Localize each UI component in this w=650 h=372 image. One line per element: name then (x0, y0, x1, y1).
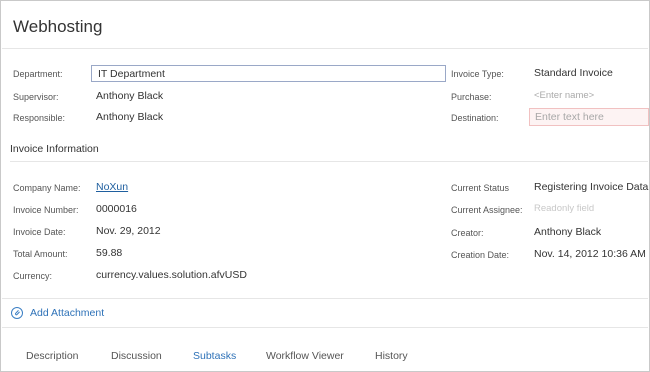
add-attachment-label: Add Attachment (30, 307, 105, 319)
add-attachment-button[interactable]: Add Attachment (11, 307, 104, 319)
invoice-date-label: Invoice Date: (13, 227, 66, 237)
current-assignee-field: Readonly field (534, 203, 595, 214)
tab-discussion[interactable]: Discussion (111, 350, 162, 362)
purchase-field[interactable]: <Enter name> (534, 90, 594, 101)
invoice-type-value: Standard Invoice (534, 67, 613, 79)
title-divider (2, 48, 648, 49)
paperclip-icon (11, 307, 23, 319)
invoice-information-heading: Invoice Information (10, 143, 99, 155)
current-status-label: Current Status (451, 183, 510, 193)
purchase-label: Purchase: (451, 92, 492, 102)
currency-label: Currency: (13, 271, 53, 281)
total-amount-label: Total Amount: (13, 249, 68, 259)
tab-history[interactable]: History (375, 350, 408, 362)
tab-subtasks[interactable]: Subtasks (193, 350, 236, 362)
total-amount-value: 59.88 (96, 247, 123, 259)
invoice-date-value: Nov. 29, 2012 (96, 225, 161, 237)
invoice-form-window: Webhosting Department: Supervisor: Antho… (0, 0, 650, 372)
destination-label: Destination: (451, 113, 499, 123)
section-divider (10, 161, 648, 162)
supervisor-value: Anthony Black (96, 90, 164, 102)
invoice-number-label: Invoice Number: (13, 205, 79, 215)
department-field[interactable] (91, 65, 446, 82)
tab-workflow-viewer[interactable]: Workflow Viewer (266, 350, 344, 362)
page-title: Webhosting (13, 17, 103, 36)
creator-label: Creator: (451, 228, 484, 238)
responsible-value: Anthony Black (96, 111, 164, 123)
attachment-divider-top (2, 298, 648, 299)
currency-value: currency.values.solution.afvUSD (96, 269, 247, 281)
company-name-label: Company Name: (13, 183, 81, 193)
invoice-type-label: Invoice Type: (451, 69, 504, 79)
current-status-value: Registering Invoice Data (534, 181, 649, 193)
current-assignee-label: Current Assignee: (451, 205, 523, 215)
invoice-number-value: 0000016 (96, 203, 137, 215)
creator-value: Anthony Black (534, 226, 602, 238)
department-label: Department: (13, 69, 63, 79)
attachment-divider-bottom (2, 327, 648, 328)
creation-date-label: Creation Date: (451, 250, 510, 260)
company-name-link[interactable]: NoXun (96, 181, 128, 193)
responsible-label: Responsible: (13, 113, 66, 123)
supervisor-label: Supervisor: (13, 92, 59, 102)
destination-field[interactable]: Enter text here (529, 108, 649, 126)
tab-description[interactable]: Description (26, 350, 79, 362)
creation-date-value: Nov. 14, 2012 10:36 AM (534, 248, 646, 260)
